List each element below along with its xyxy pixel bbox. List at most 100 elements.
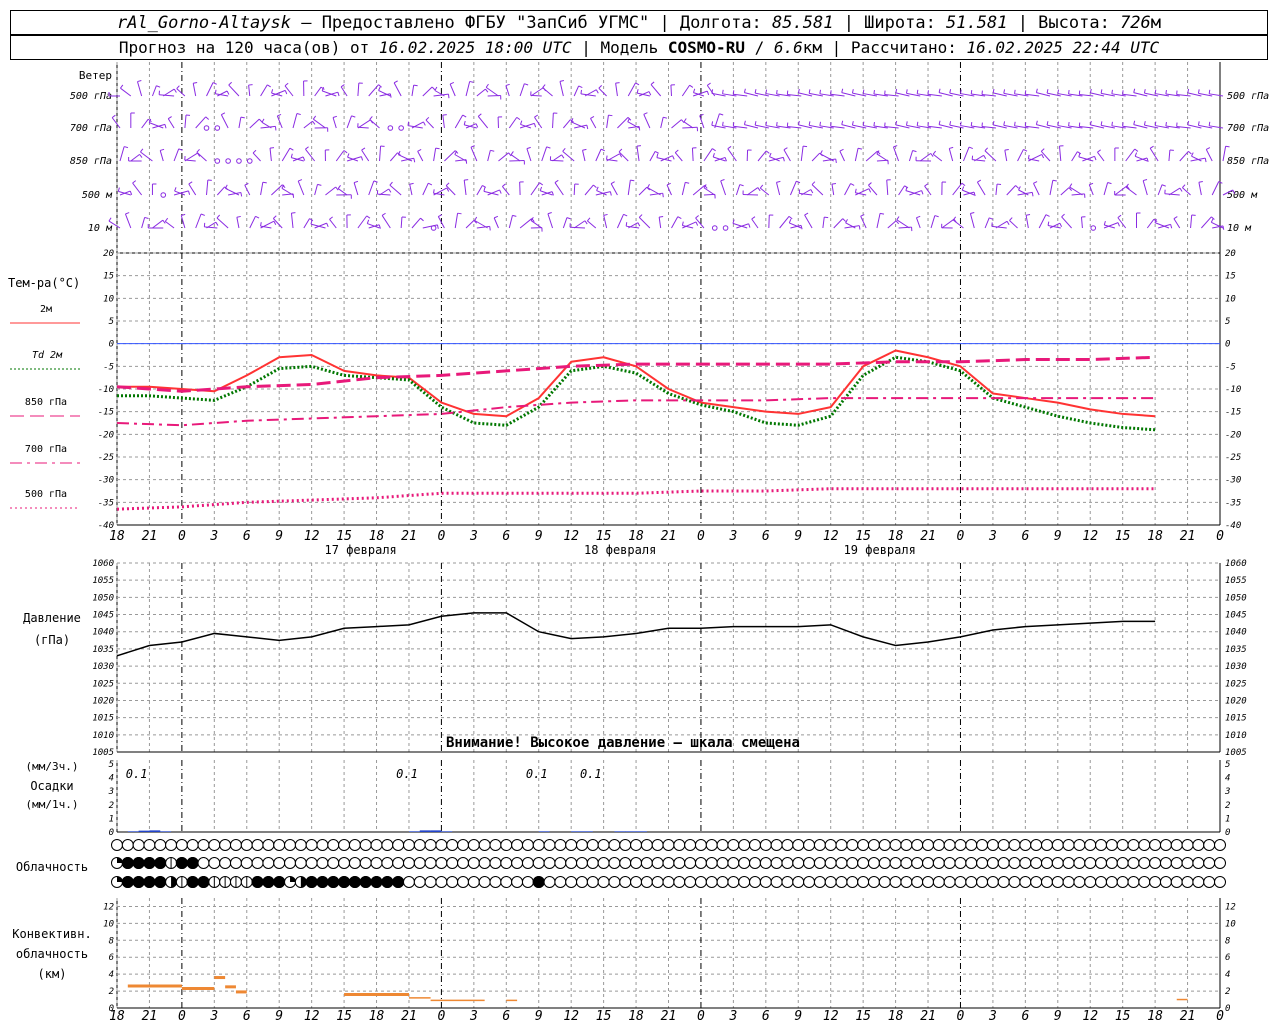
cloud-cover-symbol xyxy=(532,857,545,869)
cloud-cover-symbol xyxy=(1192,857,1205,869)
wind-barb-flag xyxy=(420,217,424,222)
conv-hour-label: 3 xyxy=(469,1009,478,1024)
cloud-cover-symbol xyxy=(500,876,513,888)
cloud-cover-symbol xyxy=(413,839,426,851)
cloud-cover-symbol xyxy=(446,839,459,851)
wind-barb xyxy=(1182,187,1191,196)
conv-hour-label: 0 xyxy=(437,1009,445,1024)
cloud-cover-quarter xyxy=(117,876,123,882)
cloud-cover-symbol xyxy=(608,876,621,888)
wind-barb xyxy=(303,218,310,229)
wind-barb xyxy=(924,185,932,196)
wind-barb-flag xyxy=(797,88,800,93)
wind-barb-flag xyxy=(819,89,821,94)
wind-barb-flag xyxy=(1143,89,1146,94)
wind-barb-flag xyxy=(366,215,371,219)
precip-bar xyxy=(625,831,637,832)
wind-barb xyxy=(140,151,153,162)
pressure-tick-label-left: 1060 xyxy=(92,559,114,569)
wind-barb-flag xyxy=(156,85,161,88)
wind-barb xyxy=(887,220,897,229)
cloud-cover-symbol xyxy=(435,839,448,851)
cloud-cover-symbol xyxy=(835,857,848,869)
wind-barb-flag xyxy=(120,84,124,89)
cloud-cover-symbol xyxy=(305,839,318,851)
conv-hour-label: 15 xyxy=(596,1009,612,1024)
cloud-cover-quarter xyxy=(117,857,123,863)
wind-barb-flag xyxy=(797,120,800,125)
wind-barb-flag xyxy=(1068,122,1070,127)
wind-barb xyxy=(465,81,471,97)
temp-hour-label: 6 xyxy=(762,529,770,544)
wind-barb xyxy=(476,88,486,97)
pressure-tick-label-right: 1060 xyxy=(1225,559,1247,569)
wind-barb xyxy=(1201,216,1212,229)
wind-barb-flag xyxy=(474,216,478,221)
wind-barb xyxy=(660,117,664,129)
conv-hour-label: 21 xyxy=(401,1009,417,1024)
wind-barb-flag xyxy=(1134,148,1139,152)
precip-bar xyxy=(441,831,453,832)
wind-barb xyxy=(337,188,348,196)
cloud-cover-symbol xyxy=(749,876,762,888)
cloud-cover-symbol xyxy=(1030,857,1043,869)
precip-bar xyxy=(160,831,172,832)
cloud-cover-symbol xyxy=(954,876,967,888)
wind-barb xyxy=(559,81,564,97)
cloud-cover-symbol xyxy=(1095,839,1108,851)
precip-tick-label-right: 1 xyxy=(1225,814,1230,824)
cloud-cover-symbol xyxy=(446,857,459,869)
wind-barb-flag xyxy=(712,153,715,158)
wind-barb-flag xyxy=(719,113,724,116)
temp-hour-label: 12 xyxy=(823,529,839,544)
wind-barb-flag xyxy=(722,121,724,126)
wind-barb-flag xyxy=(485,88,489,93)
wind-barb-flag xyxy=(1018,186,1021,191)
cloud-cover-symbol xyxy=(900,839,913,851)
wind-barb-flag xyxy=(695,221,699,226)
wind-barb xyxy=(204,226,218,229)
wind-barb-flag xyxy=(674,149,679,153)
cloud-cover-symbol xyxy=(402,857,415,869)
wind-barb-flag xyxy=(373,180,378,183)
wind-barb-flag xyxy=(960,89,962,94)
cloud-cover-symbol xyxy=(1138,876,1151,888)
wind-barb-flag xyxy=(693,88,696,93)
wind-barb-flag xyxy=(516,116,521,121)
wind-barb-flag xyxy=(1089,120,1092,125)
cloud-cover-symbol xyxy=(716,857,729,869)
wind-barb xyxy=(314,184,318,196)
temp-tick-label-right: -15 xyxy=(1225,408,1241,418)
wind-barb xyxy=(151,85,157,97)
wind-barb xyxy=(196,151,207,162)
pressure-unit: (гПа) xyxy=(34,633,70,647)
cloud-cover-symbol xyxy=(662,876,675,888)
temp-hour-label: 18 xyxy=(1147,529,1163,544)
conv-hour-label: 21 xyxy=(661,1009,677,1024)
wind-barb xyxy=(617,117,629,129)
cloud-cover-symbol xyxy=(1116,857,1129,869)
wind-barb xyxy=(476,225,490,229)
wind-barb xyxy=(449,83,456,97)
temp-tick-label-left: 20 xyxy=(103,249,114,259)
cloud-cover-symbol xyxy=(965,876,978,888)
wind-barb xyxy=(783,149,791,162)
wind-barb-flag xyxy=(712,148,716,152)
wind-barb xyxy=(1061,216,1072,229)
cloud-cover-symbol xyxy=(348,857,361,869)
wind-barb xyxy=(176,88,186,97)
wind-barb xyxy=(811,184,824,196)
cloud-cover-symbol xyxy=(229,839,242,851)
wind-barb xyxy=(411,217,421,229)
cloud-cover-symbol xyxy=(219,839,232,851)
wind-barb xyxy=(206,82,214,97)
wind-barb-flag xyxy=(393,80,398,84)
wind-barb-flag xyxy=(378,86,381,91)
wind-barb xyxy=(569,226,586,229)
wind-barb-flag xyxy=(623,213,628,217)
wind-barb-flag xyxy=(1187,120,1190,125)
wind-barb xyxy=(519,122,535,129)
cloud-cover-symbol xyxy=(684,857,697,869)
conv-hour-label: 6 xyxy=(243,1009,251,1024)
wind-barb xyxy=(422,183,429,196)
